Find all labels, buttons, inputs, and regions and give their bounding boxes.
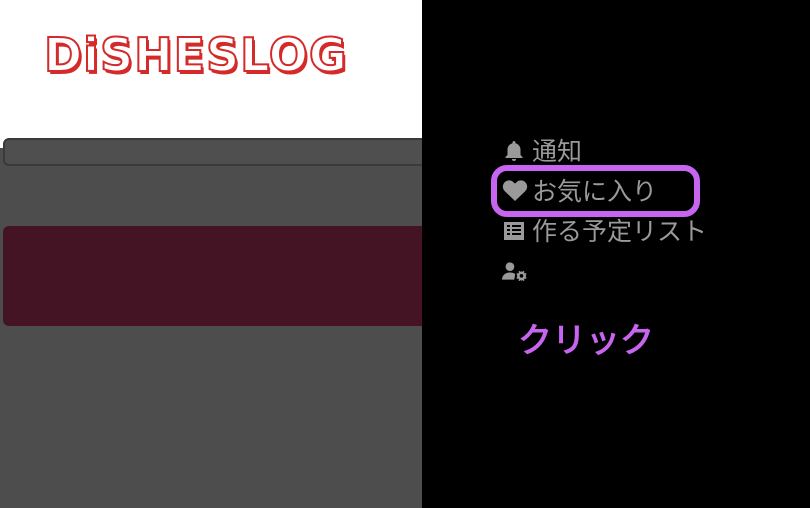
banner-card <box>3 226 422 326</box>
search-bar <box>3 138 422 166</box>
menu-item-label: 通知 <box>532 136 583 166</box>
side-menu: 通知 お気に入り 作る予定リスト クリック <box>422 0 810 508</box>
page-background: DiSHESLOG <box>0 0 422 508</box>
site-logo[interactable]: DiSHESLOG <box>43 27 348 83</box>
menu-item-user-settings[interactable] <box>502 258 532 284</box>
list-icon <box>502 218 528 244</box>
bell-icon <box>502 138 528 164</box>
menu-item-cooking-list[interactable]: 作る予定リスト <box>502 218 707 244</box>
highlight-box <box>491 165 700 217</box>
user-settings-icon <box>502 258 528 284</box>
click-annotation: クリック <box>518 321 654 361</box>
menu-item-notifications[interactable]: 通知 <box>502 138 582 164</box>
menu-item-label: 作る予定リスト <box>532 216 708 246</box>
site-header: DiSHESLOG <box>0 0 422 148</box>
